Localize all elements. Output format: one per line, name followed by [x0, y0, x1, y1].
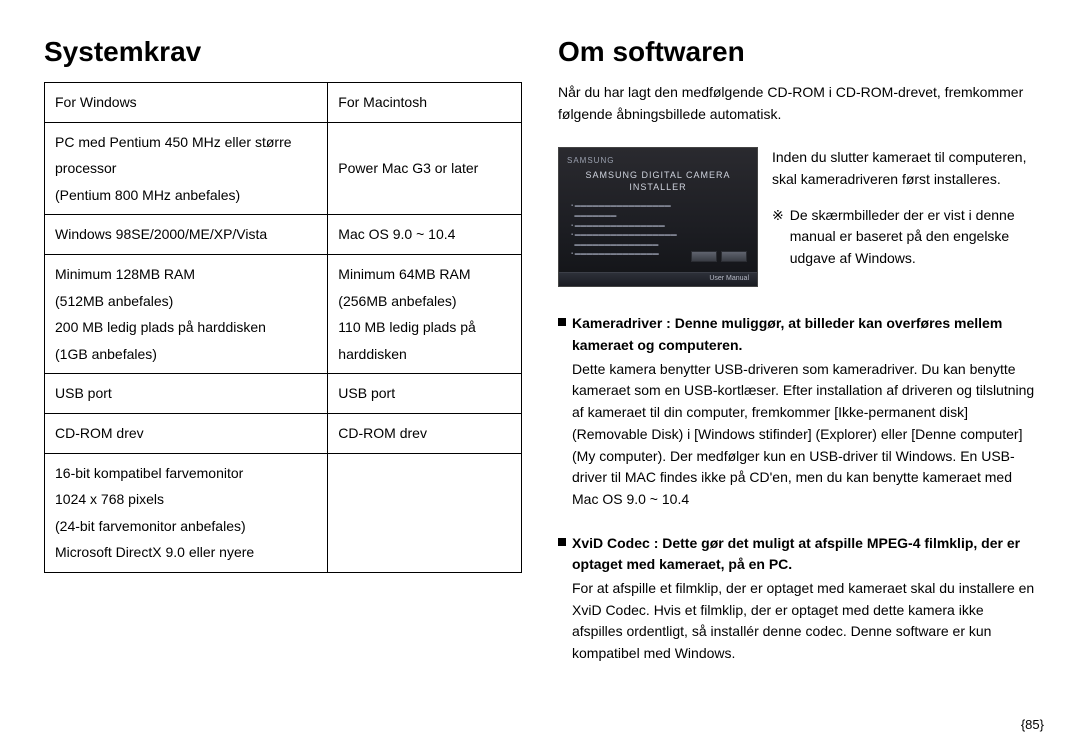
- cell-mac: Mac OS 9.0 ~ 10.4: [328, 215, 522, 255]
- cell-win: Windows 98SE/2000/ME/XP/Vista: [45, 215, 328, 255]
- heading-om-softwaren: Om softwaren: [558, 36, 1036, 68]
- installer-exit-button-icon: [721, 251, 747, 262]
- bullet-lead: Kameradriver : Denne muliggør, at billed…: [572, 313, 1036, 356]
- square-bullet-icon: [558, 318, 566, 326]
- table-row: USB port USB port: [45, 374, 522, 414]
- installer-row: SAMSUNG SAMSUNG DIGITAL CAMERA INSTALLER…: [558, 147, 1036, 287]
- cell-mac: CD-ROM drev: [328, 413, 522, 453]
- cell-mac: Power Mac G3 or later: [328, 122, 522, 215]
- col-macintosh-header: For Macintosh: [328, 83, 522, 123]
- installer-brand-logo: SAMSUNG: [567, 156, 614, 165]
- installer-buttons: [691, 251, 747, 262]
- table-header-row: For Windows For Macintosh: [45, 83, 522, 123]
- table-row: PC med Pentium 450 MHz eller større proc…: [45, 122, 522, 215]
- heading-systemkrav: Systemkrav: [44, 36, 522, 68]
- intro-text: Når du har lagt den medfølgende CD-ROM i…: [558, 82, 1036, 125]
- installer-install-button-icon: [691, 251, 717, 262]
- table-row: Minimum 128MB RAM (512MB anbefales) 200 …: [45, 254, 522, 373]
- cell-mac: [328, 453, 522, 572]
- screenshot-note: ※ De skærmbilleder der er vist i denne m…: [772, 205, 1036, 270]
- installer-bar-text: User Manual: [709, 275, 749, 282]
- table-row: CD-ROM drev CD-ROM drev: [45, 413, 522, 453]
- installer-side-text: Inden du slutter kameraet til computeren…: [772, 147, 1036, 269]
- cell-win: 16-bit kompatibel farvemonitor 1024 x 76…: [45, 453, 328, 572]
- cell-win: Minimum 128MB RAM (512MB anbefales) 200 …: [45, 254, 328, 373]
- reference-mark-icon: ※: [772, 205, 784, 270]
- bullet-body: For at afspille et filmklip, der er opta…: [572, 578, 1036, 665]
- square-bullet-icon: [558, 538, 566, 546]
- note-text: De skærmbilleder der er vist i denne man…: [790, 205, 1036, 270]
- table-row: 16-bit kompatibel farvemonitor 1024 x 76…: [45, 453, 522, 572]
- side-text-line: Inden du slutter kameraet til computeren…: [772, 149, 1026, 187]
- page-number: {85}: [1021, 717, 1044, 732]
- system-requirements-table: For Windows For Macintosh PC med Pentium…: [44, 82, 522, 573]
- installer-screenshot: SAMSUNG SAMSUNG DIGITAL CAMERA INSTALLER…: [558, 147, 758, 287]
- installer-title-line1: SAMSUNG DIGITAL CAMERA: [559, 170, 757, 180]
- left-column: Systemkrav For Windows For Macintosh PC …: [36, 36, 540, 736]
- bullet-kameradriver: Kameradriver : Denne muliggør, at billed…: [558, 313, 1036, 510]
- manual-page: Systemkrav For Windows For Macintosh PC …: [0, 0, 1080, 746]
- installer-title-line2: INSTALLER: [559, 182, 757, 192]
- col-windows-header: For Windows: [45, 83, 328, 123]
- bullet-body: Dette kamera benytter USB-driveren som k…: [572, 359, 1036, 511]
- cell-win: USB port: [45, 374, 328, 414]
- table-row: Windows 98SE/2000/ME/XP/Vista Mac OS 9.0…: [45, 215, 522, 255]
- bullet-lead: XviD Codec : Dette gør det muligt at afs…: [572, 533, 1036, 576]
- bullet-xvid-codec: XviD Codec : Dette gør det muligt at afs…: [558, 533, 1036, 665]
- cell-mac: USB port: [328, 374, 522, 414]
- cell-win: CD-ROM drev: [45, 413, 328, 453]
- right-column: Om softwaren Når du har lagt den medfølg…: [540, 36, 1044, 736]
- cell-win: PC med Pentium 450 MHz eller større proc…: [45, 122, 328, 215]
- installer-bottom-bar: User Manual: [559, 272, 757, 286]
- cell-mac: Minimum 64MB RAM (256MB anbefales) 110 M…: [328, 254, 522, 373]
